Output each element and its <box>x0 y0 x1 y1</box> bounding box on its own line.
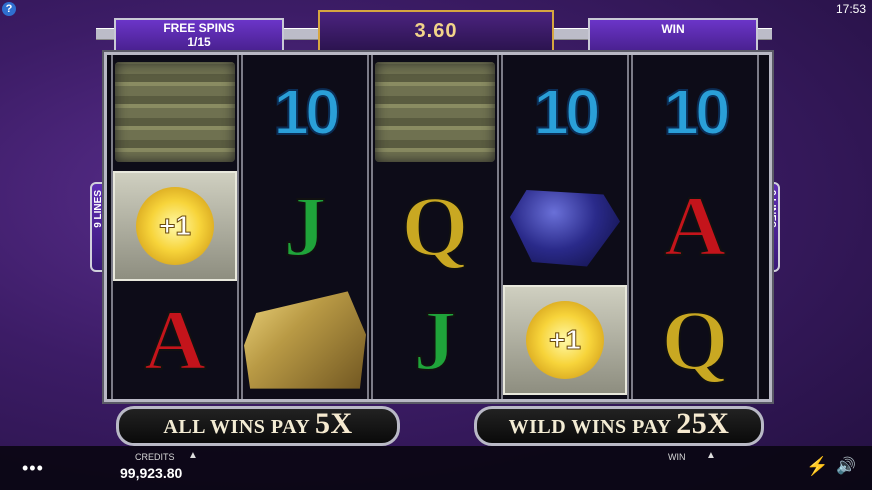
footer-win-label: WIN <box>668 452 686 462</box>
reel-2: 10 J <box>241 55 369 399</box>
symbol-vault: +1 <box>503 283 627 397</box>
reel-5: 10 A Q <box>631 55 759 399</box>
number-ten: 10 <box>662 75 731 149</box>
letter-q: Q <box>661 291 730 389</box>
reel-4: 10 +1 <box>501 55 629 399</box>
speaker-icon[interactable]: 🔊 <box>836 456 856 476</box>
letter-q: Q <box>401 177 470 275</box>
vault-plus-one: +1 <box>526 301 604 379</box>
wild-wins-text: WILD WINS PAY <box>508 416 671 438</box>
win-panel-label: WIN <box>661 22 685 36</box>
wild-wins-multiplier: 25X <box>676 407 730 440</box>
reel-1: +1 A <box>111 55 239 399</box>
all-wins-multiplier: 5X <box>314 407 353 440</box>
header-connector-right <box>550 28 588 40</box>
vault-icon: +1 <box>113 171 237 281</box>
symbol-gold-bars <box>243 283 367 397</box>
free-spins-panel: FREE SPINS 1/15 <box>114 18 284 52</box>
all-wins-banner: ALL WINS PAY 5X <box>116 406 400 446</box>
reel-3: Q J <box>371 55 499 399</box>
letter-a: A <box>143 291 207 389</box>
symbol-q: Q <box>633 283 757 397</box>
symbol-vault: +1 <box>113 169 237 283</box>
free-spins-count: 1/15 <box>187 35 211 49</box>
credits-value: 99,923.80 <box>120 465 183 481</box>
free-spins-label: FREE SPINS <box>163 21 235 35</box>
help-icon[interactable]: ? <box>2 2 16 16</box>
symbol-10: 10 <box>243 55 367 169</box>
letter-j: J <box>283 177 328 275</box>
symbol-a: A <box>113 283 237 397</box>
lightning-icon[interactable]: ⚡ <box>806 456 828 477</box>
symbol-10: 10 <box>503 55 627 169</box>
symbol-j: J <box>373 283 497 397</box>
clock: 17:53 <box>835 2 866 16</box>
money-stack-icon <box>375 62 495 162</box>
symbol-10: 10 <box>633 55 757 169</box>
menu-dots-icon[interactable]: ••• <box>22 458 44 479</box>
letter-a: A <box>663 177 727 275</box>
balance-display: 3.60 <box>318 10 554 52</box>
header-connector-left <box>280 28 318 40</box>
credits-label: CREDITS <box>135 452 175 462</box>
reel-frame: +1 A 10 J Q J 10 +1 10 A Q <box>104 52 772 402</box>
symbol-money-stack <box>373 55 497 169</box>
symbol-diamond <box>503 169 627 283</box>
symbol-money-stack <box>113 55 237 169</box>
credits-expand-icon[interactable]: ▲ <box>188 450 198 461</box>
symbol-j: J <box>243 169 367 283</box>
letter-j: J <box>413 291 458 389</box>
all-wins-text: ALL WINS PAY <box>163 416 310 438</box>
wild-wins-banner: WILD WINS PAY 25X <box>474 406 764 446</box>
header-connector-edge-left <box>96 28 114 40</box>
win-panel: WIN <box>588 18 758 52</box>
vault-icon: +1 <box>503 285 627 395</box>
symbol-a: A <box>633 169 757 283</box>
vault-plus-one: +1 <box>136 187 214 265</box>
win-expand-icon[interactable]: ▲ <box>706 450 716 461</box>
gold-bars-icon <box>244 291 366 389</box>
money-stack-icon <box>115 62 235 162</box>
number-ten: 10 <box>532 75 601 149</box>
diamond-icon <box>510 190 620 267</box>
number-ten: 10 <box>272 75 341 149</box>
symbol-q: Q <box>373 169 497 283</box>
